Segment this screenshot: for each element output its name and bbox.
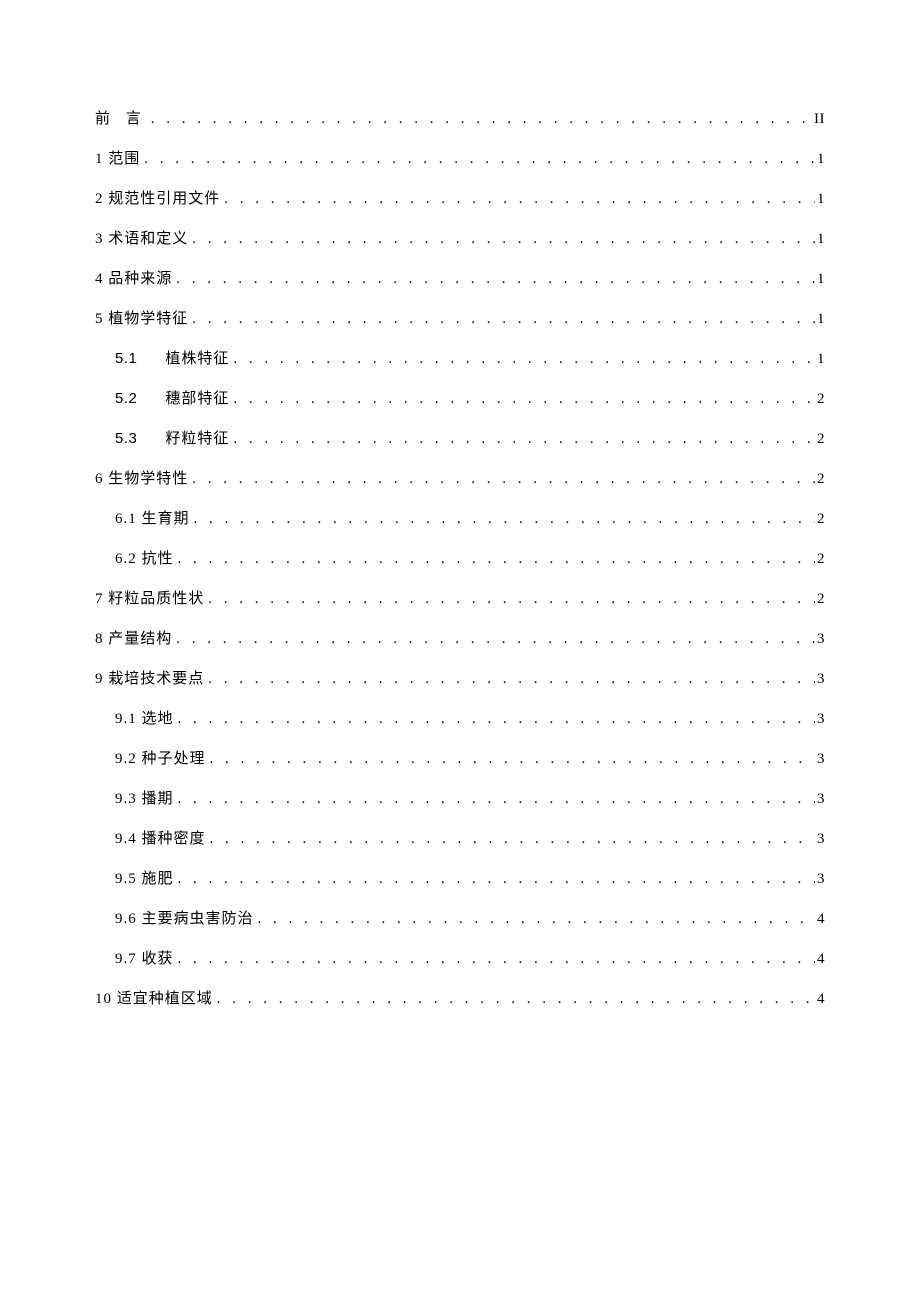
toc-entry-page: 3 (815, 790, 825, 808)
toc-entry: 4 品种来源 1 (95, 270, 825, 288)
toc-entry-page: 4 (815, 910, 825, 928)
toc-entry: 9.1 选地 3 (95, 710, 825, 728)
toc-entry: 9.7 收获 4 (95, 950, 825, 968)
toc-entry-label: 3 术语和定义 (95, 230, 188, 248)
toc-entry-label: 9 栽培技术要点 (95, 670, 204, 688)
toc-dot-leaders (188, 310, 815, 328)
toc-dot-leaders (229, 390, 815, 408)
toc-entry-page: 3 (815, 710, 825, 728)
toc-entry-page: 3 (815, 630, 825, 648)
toc-entry-page: 3 (815, 870, 825, 888)
toc-entry-label: 10 适宜种植区域 (95, 990, 213, 1008)
toc-dot-leaders (188, 470, 815, 488)
toc-dot-leaders (172, 270, 815, 288)
toc-entry: 9.3 播期 3 (95, 790, 825, 808)
toc-dot-leaders (254, 910, 815, 928)
toc-entry-label: 1 范围 (95, 150, 140, 168)
toc-entry-page: 2 (815, 510, 825, 528)
toc-entry-label: 9.6 主要病虫害防治 (115, 910, 254, 928)
toc-entry: 7 籽粒品质性状 2 (95, 590, 825, 608)
toc-entry: 6.2 抗性 2 (95, 550, 825, 568)
toc-dot-leaders (174, 710, 815, 728)
toc-entry-page: 4 (815, 950, 825, 968)
toc-dot-leaders (204, 590, 815, 608)
toc-entry-label: 6.1 生育期 (115, 510, 190, 528)
toc-entry-number: 5.2 (115, 390, 137, 408)
toc-entry-label: 穗部特征 (165, 390, 229, 408)
toc-entry: 6 生物学特性 2 (95, 470, 825, 488)
toc-entry-page: 1 (815, 310, 825, 328)
toc-entry-page: 3 (815, 750, 825, 768)
toc-entry-page: 3 (815, 670, 825, 688)
toc-entry: 9 栽培技术要点 3 (95, 670, 825, 688)
toc-dot-leaders (140, 150, 815, 168)
toc-entry-label: 6.2 抗性 (115, 550, 174, 568)
toc-entry: 8 产量结构 3 (95, 630, 825, 648)
toc-entry: 9.2 种子处理 3 (95, 750, 825, 768)
toc-entry-page: II (812, 110, 825, 128)
toc-entry-label: 9.2 种子处理 (115, 750, 206, 768)
toc-dot-leaders (147, 110, 812, 128)
toc-entry-label: 前 言 (95, 110, 147, 128)
toc-entry: 9.5 施肥 3 (95, 870, 825, 888)
toc-entry-number: 5.3 (115, 430, 137, 448)
toc-entry-label: 8 产量结构 (95, 630, 172, 648)
toc-entry: 10 适宜种植区域 4 (95, 990, 825, 1008)
toc-entry-page: 2 (815, 590, 825, 608)
toc-entry-page: 2 (815, 550, 825, 568)
toc-entry: 3 术语和定义 1 (95, 230, 825, 248)
toc-entry-label: 9.7 收获 (115, 950, 174, 968)
toc-dot-leaders (206, 750, 815, 768)
toc-entry: 2 规范性引用文件 1 (95, 190, 825, 208)
toc-dot-leaders (220, 190, 815, 208)
toc-entry: 9.4 播种密度 3 (95, 830, 825, 848)
toc-dot-leaders (204, 670, 815, 688)
toc-dot-leaders (229, 430, 815, 448)
toc-entry-page: 2 (815, 390, 825, 408)
toc-entry-label: 9.4 播种密度 (115, 830, 206, 848)
toc-entry-label: 9.1 选地 (115, 710, 174, 728)
toc-entry-number: 5.1 (115, 350, 137, 368)
toc-entry-page: 2 (815, 470, 825, 488)
toc-entry: 5.3 籽粒特征 2 (95, 430, 825, 448)
toc-dot-leaders (213, 990, 815, 1008)
toc-entry-label: 9.5 施肥 (115, 870, 174, 888)
toc-entry: 5.2 穗部特征 2 (95, 390, 825, 408)
toc-entry-label: 9.3 播期 (115, 790, 174, 808)
toc-dot-leaders (174, 790, 815, 808)
toc-entry-label: 4 品种来源 (95, 270, 172, 288)
table-of-contents: 前 言II1 范围12 规范性引用文件13 术语和定义14 品种来源15 植物学… (95, 110, 825, 1008)
toc-dot-leaders (229, 350, 815, 368)
toc-dot-leaders (174, 550, 815, 568)
toc-dot-leaders (206, 830, 815, 848)
toc-entry-page: 4 (815, 990, 825, 1008)
toc-entry-page: 3 (815, 830, 825, 848)
toc-dot-leaders (172, 630, 815, 648)
toc-entry-page: 1 (815, 230, 825, 248)
toc-entry-label: 籽粒特征 (165, 430, 229, 448)
toc-entry-page: 2 (815, 430, 825, 448)
toc-entry-label: 5 植物学特征 (95, 310, 188, 328)
toc-entry-label: 植株特征 (165, 350, 229, 368)
toc-entry: 6.1 生育期 2 (95, 510, 825, 528)
toc-dot-leaders (188, 230, 815, 248)
toc-entry: 1 范围 1 (95, 150, 825, 168)
toc-entry-page: 1 (815, 270, 825, 288)
toc-entry: 前 言 II (95, 110, 825, 128)
toc-entry: 5.1 植株特征 1 (95, 350, 825, 368)
toc-entry-page: 1 (815, 150, 825, 168)
toc-entry-label: 6 生物学特性 (95, 470, 188, 488)
toc-dot-leaders (174, 950, 815, 968)
toc-dot-leaders (174, 870, 815, 888)
toc-entry: 5 植物学特征 1 (95, 310, 825, 328)
toc-entry-page: 1 (815, 190, 825, 208)
toc-dot-leaders (190, 510, 815, 528)
toc-entry: 9.6 主要病虫害防治 4 (95, 910, 825, 928)
toc-entry-label: 7 籽粒品质性状 (95, 590, 204, 608)
toc-entry-label: 2 规范性引用文件 (95, 190, 220, 208)
toc-entry-page: 1 (815, 350, 825, 368)
